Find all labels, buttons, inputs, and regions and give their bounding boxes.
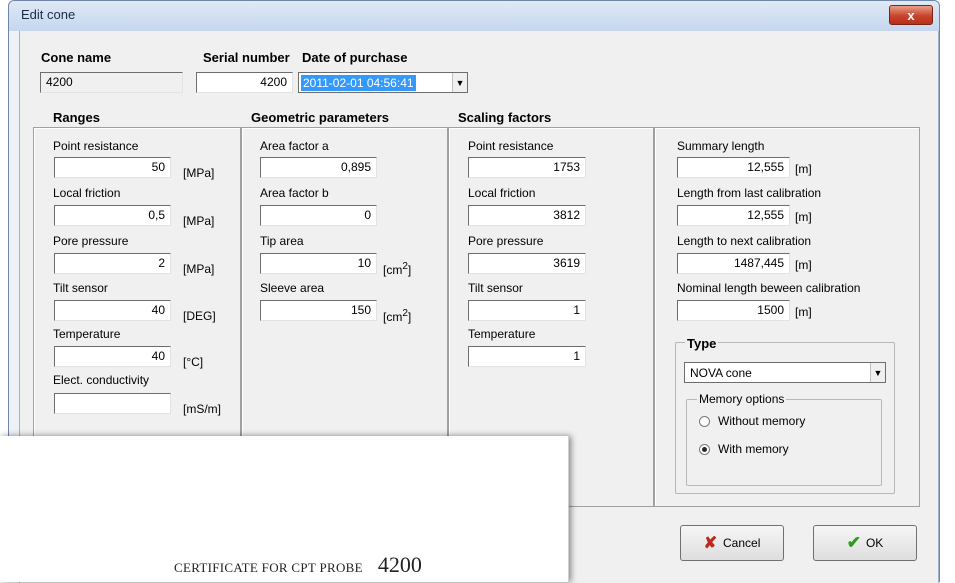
- cancel-button-label: Cancel: [723, 536, 761, 550]
- tip-area-unit: [cm2]: [383, 261, 412, 277]
- type-dropdown-button[interactable]: ▼: [870, 363, 885, 382]
- tip-area-field[interactable]: 10: [260, 253, 377, 274]
- sleeve-area-field[interactable]: 150: [260, 300, 377, 321]
- length-to-next-calibration-label: Length to next calibration: [677, 234, 812, 248]
- summary-length-label: Summary length: [677, 139, 765, 153]
- area-factor-b-field[interactable]: 0: [260, 205, 377, 226]
- scale-pore-pressure-label: Pore pressure: [468, 234, 544, 248]
- date-of-purchase-picker[interactable]: 2011-02-01 04:56:41 ▼: [298, 72, 468, 93]
- range-tilt-sensor-label: Tilt sensor: [53, 281, 108, 295]
- area-factor-a-label: Area factor a: [260, 139, 329, 153]
- memory-options-title: Memory options: [697, 392, 787, 406]
- with-memory-radio[interactable]: With memory: [699, 442, 789, 456]
- ok-button-label: OK: [865, 536, 884, 550]
- scale-pore-pressure-field[interactable]: 3619: [468, 253, 586, 274]
- nominal-length-label: Nominal length beween calibration: [677, 281, 861, 295]
- area-factor-b-label: Area factor b: [260, 186, 329, 200]
- geometric-parameters-header: Geometric parameters: [251, 110, 390, 125]
- length-to-next-calibration-field[interactable]: 1487,445: [677, 253, 790, 274]
- window-title: Edit cone: [21, 7, 76, 22]
- length-from-last-calibration-unit: [m]: [795, 210, 812, 224]
- scale-local-friction-label: Local friction: [468, 186, 536, 200]
- cone-name-label: Cone name: [41, 50, 112, 65]
- certificate-title: CERTIFICATE FOR CPT PROBE: [174, 560, 363, 575]
- close-button[interactable]: x: [889, 5, 933, 25]
- nominal-length-unit: [m]: [795, 305, 812, 319]
- range-local-friction-unit: [MPa]: [183, 214, 215, 228]
- checkmark-icon: ✔: [846, 533, 861, 552]
- scale-point-resistance-field[interactable]: 1753: [468, 157, 586, 178]
- length-from-last-calibration-label: Length from last calibration: [677, 186, 822, 200]
- type-select[interactable]: NOVA cone ▼: [684, 362, 886, 383]
- range-temperature-label: Temperature: [53, 327, 121, 341]
- scale-temperature-label: Temperature: [468, 327, 536, 341]
- ok-button[interactable]: ✔ OK: [813, 525, 917, 561]
- range-pore-pressure-label: Pore pressure: [53, 234, 129, 248]
- scaling-factors-header: Scaling factors: [458, 110, 552, 125]
- with-memory-label: With memory: [718, 442, 789, 456]
- range-tilt-sensor-unit: [DEG]: [183, 309, 216, 323]
- scale-point-resistance-label: Point resistance: [468, 139, 554, 153]
- sleeve-area-label: Sleeve area: [260, 281, 325, 295]
- date-dropdown-button[interactable]: ▼: [452, 73, 467, 92]
- serial-number-label: Serial number: [203, 50, 290, 65]
- certificate-overlay: CERTIFICATE FOR CPT PROBE 4200: [0, 436, 569, 582]
- range-temperature-field[interactable]: 40: [54, 346, 171, 367]
- range-point-resistance-unit: [MPa]: [183, 166, 215, 180]
- cancel-button[interactable]: ✘ Cancel: [680, 525, 784, 561]
- date-of-purchase-value[interactable]: 2011-02-01 04:56:41: [301, 75, 416, 91]
- close-icon: x: [907, 7, 915, 23]
- range-pore-pressure-unit: [MPa]: [183, 262, 215, 276]
- radio-checked-icon: [699, 443, 710, 455]
- range-tilt-sensor-field[interactable]: 40: [54, 300, 171, 321]
- area-factor-a-field[interactable]: 0,895: [260, 157, 377, 178]
- range-pore-pressure-field[interactable]: 2: [54, 253, 171, 274]
- date-of-purchase-label: Date of purchase: [302, 50, 408, 65]
- range-conductivity-label: Elect. conductivity: [53, 373, 150, 387]
- length-to-next-calibration-unit: [m]: [795, 258, 812, 272]
- type-select-value: NOVA cone: [690, 366, 752, 380]
- ranges-header: Ranges: [53, 110, 100, 125]
- without-memory-radio[interactable]: Without memory: [699, 414, 805, 428]
- chevron-down-icon: ▼: [455, 77, 465, 88]
- type-group-title: Type: [685, 336, 719, 351]
- length-from-last-calibration-field[interactable]: 12,555: [677, 205, 790, 226]
- chevron-down-icon: ▼: [873, 367, 883, 378]
- range-conductivity-field[interactable]: [54, 393, 171, 414]
- scale-temperature-field[interactable]: 1: [468, 346, 586, 367]
- summary-length-unit: [m]: [795, 162, 812, 176]
- range-conductivity-unit: [mS/m]: [183, 402, 221, 416]
- without-memory-label: Without memory: [718, 414, 806, 428]
- cone-name-field[interactable]: 4200: [40, 72, 183, 93]
- serial-number-field[interactable]: 4200: [196, 72, 293, 93]
- certificate-number: 4200: [377, 552, 422, 577]
- scale-local-friction-field[interactable]: 3812: [468, 205, 586, 226]
- cancel-x-icon: ✘: [703, 535, 718, 552]
- title-bar[interactable]: Edit cone x: [9, 1, 939, 31]
- scale-tilt-sensor-field[interactable]: 1: [468, 300, 586, 321]
- radio-unchecked-icon: [699, 415, 710, 427]
- nominal-length-field[interactable]: 1500: [677, 300, 790, 321]
- summary-length-field[interactable]: 12,555: [677, 157, 790, 178]
- tip-area-label: Tip area: [260, 234, 304, 248]
- sleeve-area-unit: [cm2]: [383, 308, 412, 324]
- certificate-heading: CERTIFICATE FOR CPT PROBE 4200: [174, 552, 422, 578]
- range-point-resistance-field[interactable]: 50: [54, 157, 171, 178]
- range-point-resistance-label: Point resistance: [53, 139, 139, 153]
- range-temperature-unit: [°C]: [183, 355, 204, 369]
- scale-tilt-sensor-label: Tilt sensor: [468, 281, 523, 295]
- range-local-friction-label: Local friction: [53, 186, 121, 200]
- range-local-friction-field[interactable]: 0,5: [54, 205, 171, 226]
